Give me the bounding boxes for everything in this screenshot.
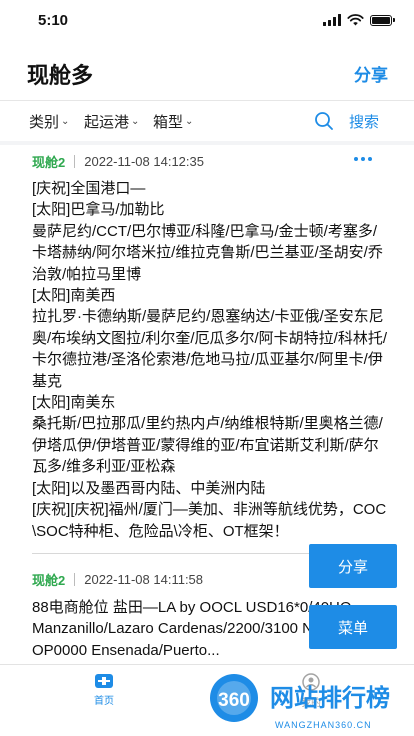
post-meta: 现舱2 2022-11-08 14:11:58 <box>32 570 203 589</box>
filter-category[interactable]: 类别 ⌄ <box>29 111 69 132</box>
watermark-number: 360 <box>218 690 250 711</box>
watermark-url: WANGZHAN360.CN <box>275 720 372 730</box>
post-time: 2022-11-08 14:12:35 <box>84 154 204 169</box>
filter-category-label: 类别 <box>29 114 60 131</box>
tab-home-label: 首页 <box>94 696 114 707</box>
status-icons <box>323 14 395 26</box>
filter-bar: 类别 ⌄ 起运港 ⌄ 箱型 ⌄ 搜索 <box>0 101 414 141</box>
signal-icon <box>323 14 341 26</box>
post-meta: 现舱2 2022-11-08 14:12:35 <box>32 152 204 171</box>
floating-share-button[interactable]: 分享 <box>309 544 397 588</box>
watermark-brand: 网站排行榜 <box>270 684 390 712</box>
post-time: 2022-11-08 14:11:58 <box>84 572 204 587</box>
chevron-down-icon: ⌄ <box>61 116 70 127</box>
more-options-icon[interactable] <box>354 157 372 161</box>
meta-separator <box>74 155 76 168</box>
wifi-icon <box>347 14 364 26</box>
post-author: 现舱2 <box>32 155 66 170</box>
filter-origin-port[interactable]: 起运港 ⌄ <box>84 111 139 132</box>
app-header: 现舱多 分享 <box>0 50 414 94</box>
page-title: 现舱多 <box>27 63 94 88</box>
post-divider <box>32 553 332 554</box>
tab-home[interactable]: 首页 <box>74 673 134 707</box>
meta-separator <box>74 573 76 586</box>
filter-divider <box>0 141 414 145</box>
watermark-logo: 360 网站排行榜 WANGZHAN360.CN <box>192 668 414 736</box>
search-icon[interactable] <box>314 111 334 131</box>
header-share-button[interactable]: 分享 <box>354 61 388 86</box>
filter-container-type[interactable]: 箱型 ⌄ <box>153 111 193 132</box>
status-bar: 5:10 <box>0 0 414 40</box>
post-author: 现舱2 <box>32 573 66 588</box>
filter-origin-port-label: 起运港 <box>84 114 130 131</box>
status-time: 5:10 <box>38 12 69 29</box>
chevron-down-icon: ⌄ <box>185 116 194 127</box>
battery-icon <box>370 14 395 26</box>
chevron-down-icon: ⌄ <box>131 116 140 127</box>
post-content: [庆祝]全国港口— [太阳]巴拿马/加勒比 曼萨尼约/CCT/巴尔博亚/科隆/巴… <box>32 180 388 540</box>
search-button[interactable]: 搜索 <box>349 111 379 132</box>
filter-container-type-label: 箱型 <box>153 114 184 131</box>
floating-menu-button[interactable]: 菜单 <box>309 605 397 649</box>
home-icon <box>95 674 113 688</box>
